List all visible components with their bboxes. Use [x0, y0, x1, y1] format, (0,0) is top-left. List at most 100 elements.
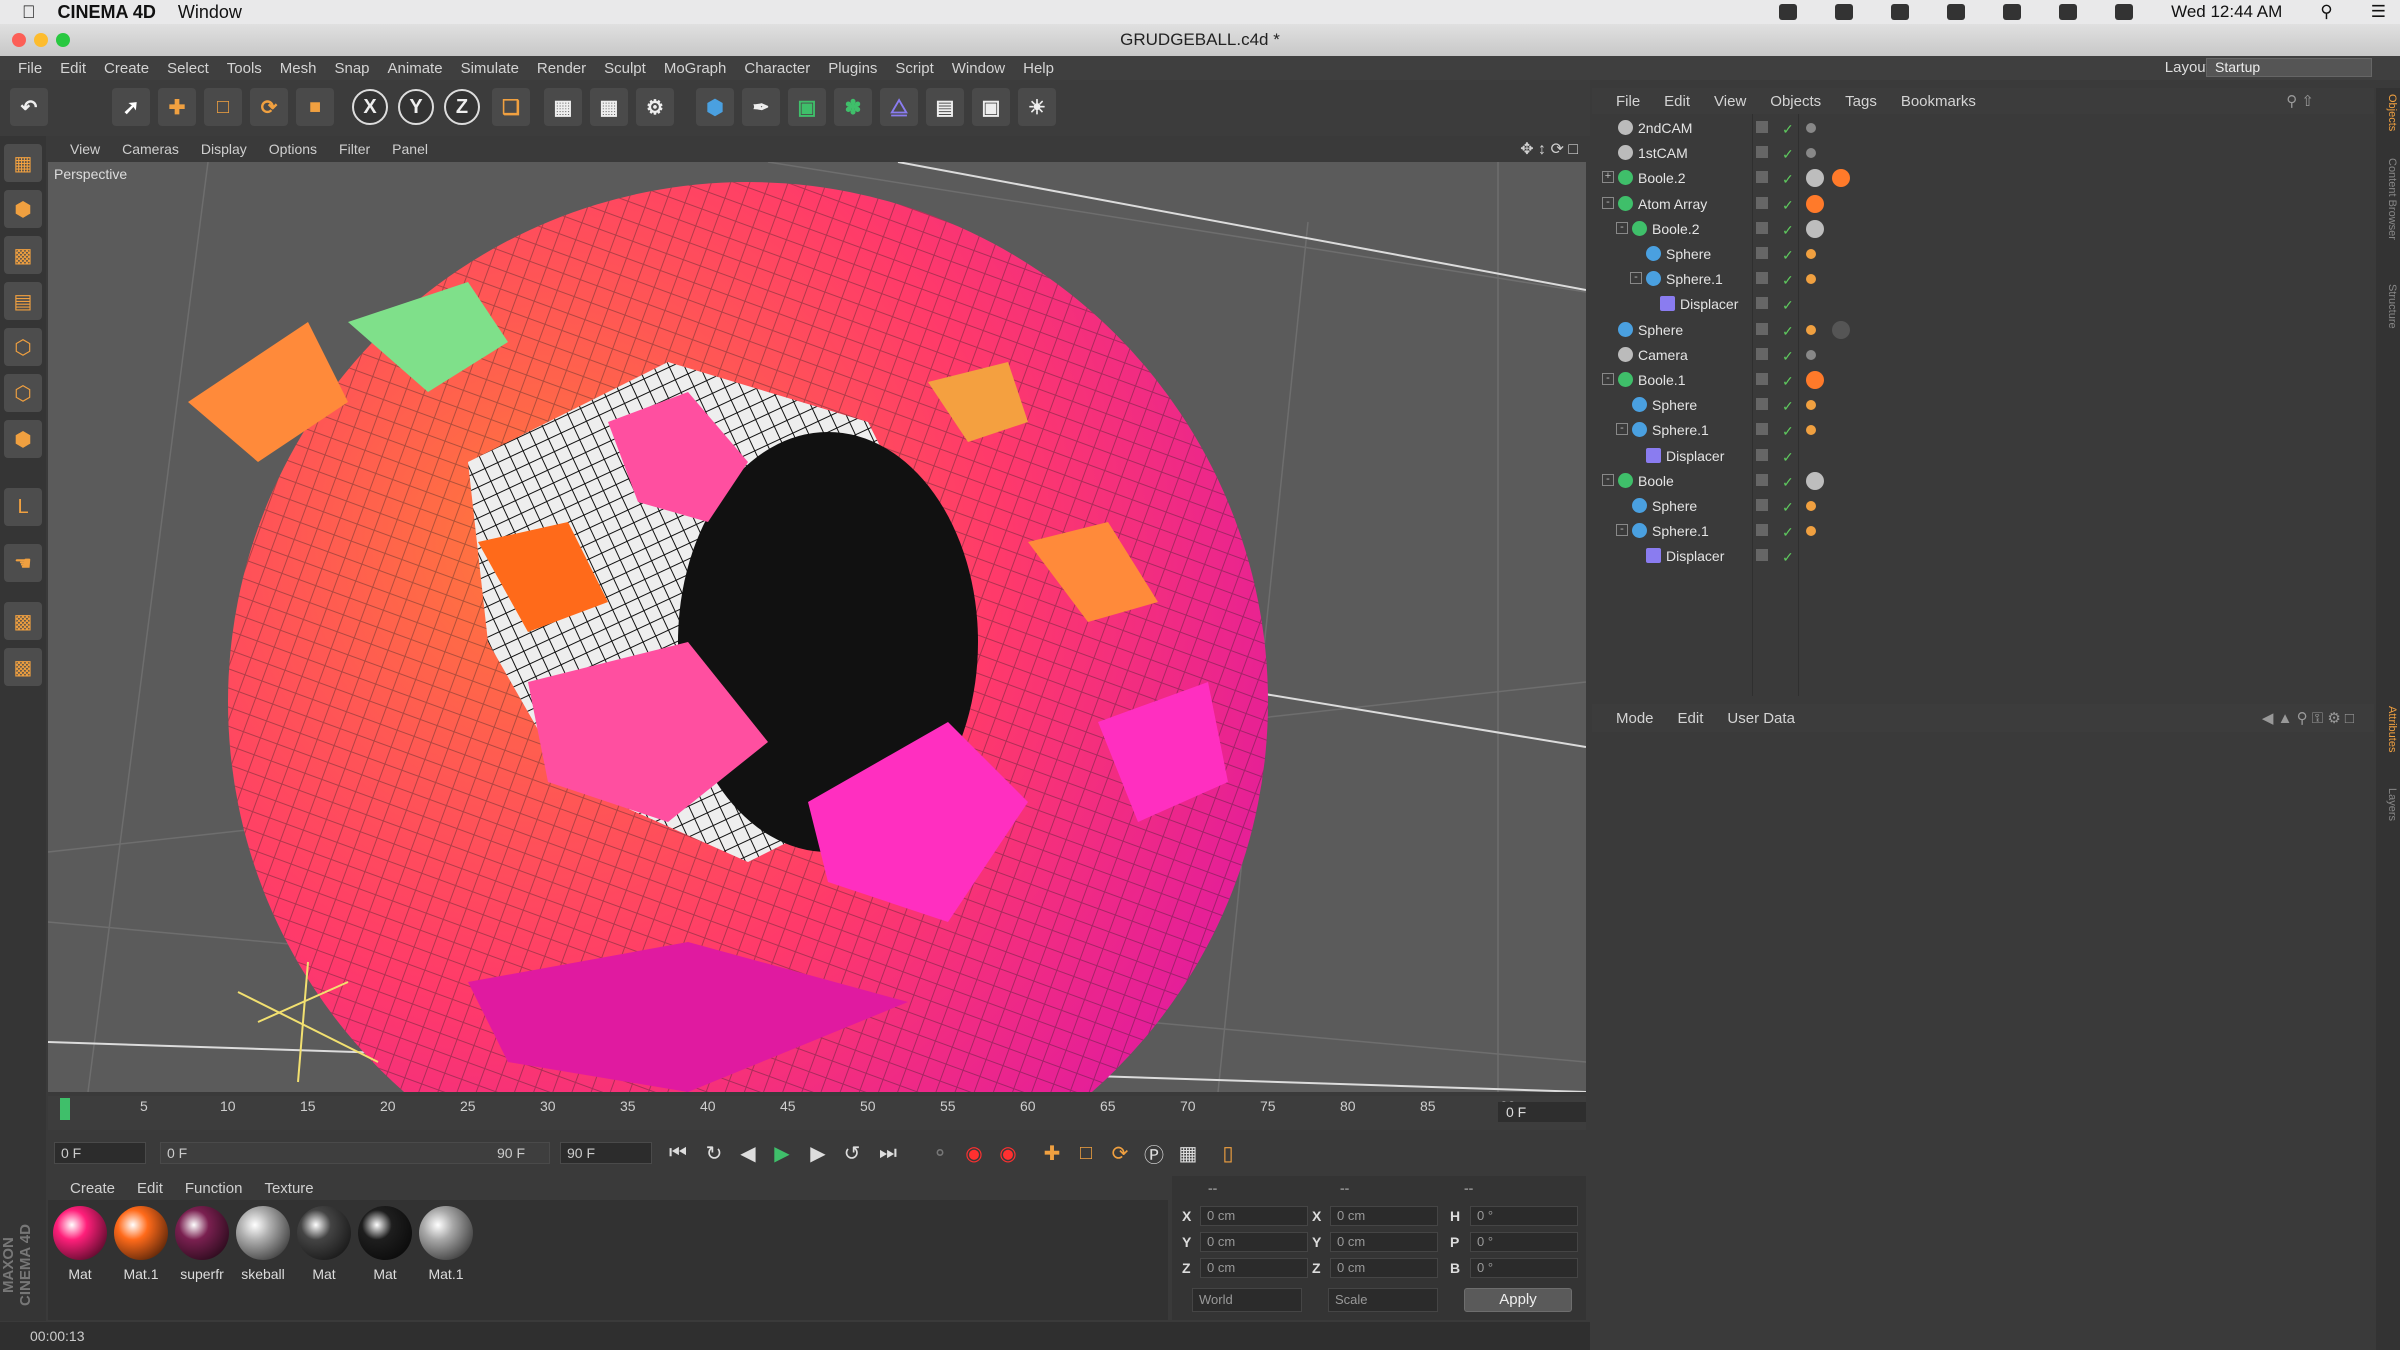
- spotlight-icon[interactable]: ⚲: [2320, 2, 2332, 22]
- object-name[interactable]: Sphere: [1652, 498, 1697, 514]
- dots-tag-icon[interactable]: [1806, 249, 1816, 259]
- layout-select[interactable]: Startup: [2206, 58, 2372, 77]
- viewport-menu-cameras[interactable]: Cameras: [122, 141, 179, 157]
- target-tag-icon[interactable]: [1806, 349, 1816, 360]
- layer-swatch[interactable]: [1756, 196, 1768, 209]
- attr-nav-icons[interactable]: ◀ ▲ ⚲ ⚿ ⚙ □: [2262, 709, 2354, 727]
- material-swatch[interactable]: skeball: [235, 1206, 291, 1282]
- layer-swatch[interactable]: [1756, 524, 1768, 537]
- go-to-start-icon[interactable]: ⏮: [664, 1140, 692, 1166]
- edges-mode-icon[interactable]: ⬡: [4, 374, 42, 412]
- obj-menu-file[interactable]: File: [1616, 93, 1640, 110]
- coord-value-field[interactable]: 0 cm: [1200, 1258, 1308, 1278]
- tweak-mode-icon[interactable]: ☚: [4, 544, 42, 582]
- layer-swatch[interactable]: [1756, 171, 1768, 184]
- menu-help[interactable]: Help: [1023, 60, 1054, 77]
- enabled-check-icon[interactable]: ✓: [1782, 348, 1794, 365]
- side-tab-layers[interactable]: Layers: [2378, 788, 2398, 821]
- x-axis-lock[interactable]: X: [352, 89, 388, 125]
- viewport-menu-display[interactable]: Display: [201, 141, 247, 157]
- creative-cloud-icon[interactable]: [1947, 4, 1966, 20]
- drive-icon[interactable]: [1891, 4, 1910, 20]
- layer-swatch[interactable]: [1756, 146, 1768, 159]
- target-tag-icon[interactable]: [1806, 123, 1816, 133]
- enabled-check-icon[interactable]: ✓: [1782, 171, 1794, 188]
- layer-swatch[interactable]: [1756, 499, 1768, 511]
- expand-toggle-icon[interactable]: -: [1616, 221, 1628, 234]
- axis-mode-icon[interactable]: L: [4, 488, 42, 526]
- target-tag-icon[interactable]: [1806, 148, 1816, 159]
- object-row[interactable]: - Atom Array ✓: [1592, 192, 2374, 217]
- material-swatch[interactable]: Mat.1: [418, 1206, 474, 1282]
- orange-tag-icon[interactable]: [1806, 371, 1824, 389]
- object-name[interactable]: Sphere.1: [1652, 523, 1709, 539]
- minimize-window-icon[interactable]: [34, 33, 48, 47]
- enabled-check-icon[interactable]: ✓: [1782, 524, 1794, 541]
- coord-value-field[interactable]: 0 °: [1470, 1232, 1578, 1252]
- mac-menu-window[interactable]: Window: [178, 2, 242, 23]
- points-mode-icon[interactable]: ⬡: [4, 328, 42, 366]
- expand-toggle-icon[interactable]: -: [1616, 423, 1628, 436]
- enabled-check-icon[interactable]: ✓: [1782, 499, 1794, 516]
- enabled-check-icon[interactable]: ✓: [1782, 272, 1794, 289]
- enabled-check-icon[interactable]: ✓: [1782, 247, 1794, 264]
- enabled-check-icon[interactable]: ✓: [1782, 146, 1794, 163]
- key-scale-icon[interactable]: □: [1072, 1140, 1100, 1166]
- viewport-menu-filter[interactable]: Filter: [339, 141, 370, 157]
- object-row[interactable]: 1stCAM ✓: [1592, 141, 2374, 166]
- model-mode-icon[interactable]: ⬢: [4, 190, 42, 228]
- material-menu-create[interactable]: Create: [70, 1180, 115, 1197]
- object-name[interactable]: Boole.1: [1638, 372, 1685, 388]
- object-name[interactable]: Boole.2: [1652, 221, 1699, 237]
- expand-toggle-icon[interactable]: -: [1630, 272, 1642, 285]
- dots-tag-icon[interactable]: [1806, 501, 1816, 511]
- material-menu-texture[interactable]: Texture: [264, 1180, 313, 1197]
- key-parameter-icon[interactable]: Ⓟ: [1140, 1140, 1168, 1167]
- dots-tag-icon[interactable]: [1806, 274, 1816, 285]
- object-row[interactable]: - Boole ✓: [1592, 469, 2374, 494]
- select-tool-icon[interactable]: ➚: [112, 88, 150, 126]
- menubar-clock[interactable]: Wed 12:44 AM: [2171, 2, 2282, 22]
- y-axis-lock[interactable]: Y: [398, 89, 434, 125]
- menu-select[interactable]: Select: [167, 60, 209, 77]
- layer-swatch[interactable]: [1756, 473, 1768, 486]
- obj-menu-view[interactable]: View: [1714, 93, 1746, 110]
- deformer-icon[interactable]: ⧋: [880, 88, 918, 126]
- coordinate-system-icon[interactable]: ❑: [492, 88, 530, 126]
- next-frame-icon[interactable]: ▶: [804, 1140, 832, 1166]
- obj-search-icon[interactable]: ⚲ ⇧: [2286, 92, 2314, 110]
- app-menu[interactable]: CINEMA 4D: [58, 2, 156, 23]
- object-name[interactable]: 1stCAM: [1638, 145, 1688, 161]
- object-name[interactable]: Displacer: [1666, 448, 1724, 464]
- coord-value-field[interactable]: 0 cm: [1200, 1206, 1308, 1226]
- dark-tag-icon[interactable]: [1832, 320, 1850, 339]
- material-swatch[interactable]: Mat: [296, 1206, 352, 1282]
- coord-value-field[interactable]: 0 cm: [1330, 1258, 1438, 1278]
- camera-icon[interactable]: ▣: [972, 88, 1010, 126]
- viewport-menu-view[interactable]: View: [70, 141, 100, 157]
- side-tab-objects[interactable]: Objects: [2378, 94, 2398, 131]
- enabled-check-icon[interactable]: ✓: [1782, 297, 1794, 314]
- menu-snap[interactable]: Snap: [334, 60, 369, 77]
- object-row[interactable]: - Sphere.1 ✓: [1592, 418, 2374, 443]
- enabled-check-icon[interactable]: ✓: [1782, 474, 1794, 491]
- layer-swatch[interactable]: [1756, 322, 1768, 335]
- volume-icon[interactable]: [2003, 4, 2022, 20]
- enabled-check-icon[interactable]: ✓: [1782, 423, 1794, 440]
- enabled-check-icon[interactable]: ✓: [1782, 121, 1794, 138]
- close-window-icon[interactable]: [12, 33, 26, 47]
- object-row[interactable]: - Sphere.1 ✓: [1592, 519, 2374, 544]
- object-name[interactable]: Boole: [1638, 473, 1674, 489]
- dots-tag-icon[interactable]: [1806, 425, 1816, 436]
- dots-tag-icon[interactable]: [1806, 526, 1816, 537]
- go-to-end-icon[interactable]: ⏭: [874, 1140, 902, 1166]
- layer-swatch[interactable]: [1756, 549, 1768, 562]
- notification-center-icon[interactable]: ☰: [2371, 2, 2386, 22]
- layer-swatch[interactable]: [1756, 297, 1768, 310]
- object-row[interactable]: Displacer ✓: [1592, 444, 2374, 469]
- obj-menu-bookmarks[interactable]: Bookmarks: [1901, 93, 1976, 110]
- texture-mode-icon[interactable]: ▩: [4, 236, 42, 274]
- key-rotation-icon[interactable]: ⟳: [1106, 1140, 1134, 1166]
- apple-icon[interactable]: : [22, 2, 36, 23]
- obj-menu-objects[interactable]: Objects: [1770, 93, 1821, 110]
